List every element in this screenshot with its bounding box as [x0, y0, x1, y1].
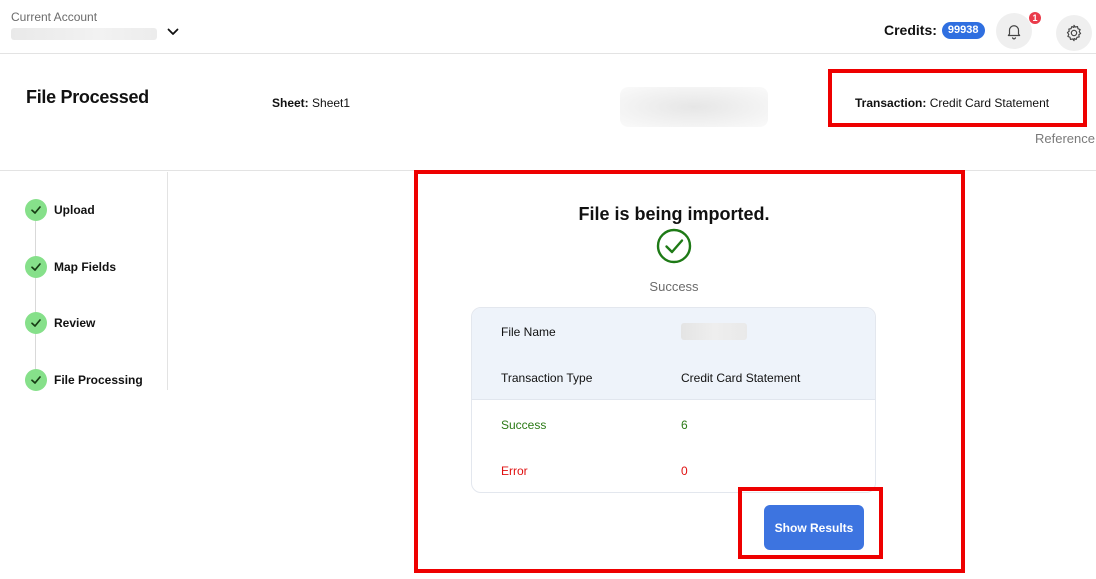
show-results-button[interactable]: Show Results	[764, 505, 864, 550]
transaction-value: Credit Card Statement	[929, 96, 1050, 110]
top-bar: Current Account Credits: 99938 1	[0, 0, 1096, 54]
step-map-fields[interactable]: Map Fields	[25, 256, 116, 278]
check-icon	[25, 256, 47, 278]
account-name-redacted	[11, 28, 157, 40]
transaction-type-value: Credit Card Statement	[681, 371, 801, 385]
credits-badge: 99938	[941, 21, 985, 39]
transaction-type-label: Transaction Type	[501, 371, 593, 385]
settings-button[interactable]	[1056, 15, 1092, 51]
stepper-connector	[35, 210, 36, 380]
step-upload[interactable]: Upload	[25, 199, 95, 221]
bell-icon	[1007, 25, 1021, 40]
sheet-value: Sheet1	[312, 96, 351, 110]
reference-link[interactable]: Reference	[1035, 131, 1095, 146]
check-icon	[25, 312, 47, 334]
error-count-value: 0	[681, 464, 688, 478]
import-status-title: File is being imported.	[578, 204, 770, 224]
sheet-info: Sheet: Sheet1	[272, 96, 350, 110]
success-count-label: Success	[501, 418, 547, 432]
chevron-down-icon[interactable]	[166, 25, 180, 39]
credits-label: Credits:	[884, 22, 937, 38]
step-label: Review	[54, 316, 96, 330]
summary-header-section	[472, 308, 875, 400]
check-icon	[25, 199, 47, 221]
import-summary-card: File Name Transaction Type Credit Card S…	[471, 307, 876, 493]
account-selector[interactable]: Current Account	[11, 10, 186, 44]
check-icon	[25, 369, 47, 391]
success-check-icon	[656, 228, 692, 264]
import-status-label: Success	[649, 279, 699, 294]
file-name-redacted	[681, 323, 747, 340]
gear-icon	[1066, 24, 1082, 42]
credits-display: Credits: 99938	[884, 21, 985, 39]
step-label: Upload	[54, 203, 95, 217]
file-name-label: File Name	[501, 325, 556, 339]
page-title: File Processed	[26, 87, 149, 107]
transaction-info: Transaction: Credit Card Statement	[855, 96, 1049, 110]
step-label: File Processing	[54, 373, 143, 387]
account-label: Current Account	[11, 10, 98, 24]
step-review[interactable]: Review	[25, 312, 95, 334]
redacted-field	[620, 87, 768, 127]
progress-stepper: Upload Map Fields Review File Processing	[0, 172, 168, 391]
error-count-label: Error	[501, 464, 528, 478]
notifications-button[interactable]	[996, 13, 1032, 49]
page-header: File Processed Sheet: Sheet1 Transaction…	[0, 55, 1096, 171]
success-count-value: 6	[681, 418, 688, 432]
step-label: Map Fields	[54, 260, 117, 274]
sheet-label: Sheet:	[272, 96, 309, 110]
transaction-label: Transaction:	[855, 96, 927, 110]
step-file-processing[interactable]: File Processing	[25, 369, 143, 391]
notification-count-badge: 1	[1029, 12, 1041, 24]
